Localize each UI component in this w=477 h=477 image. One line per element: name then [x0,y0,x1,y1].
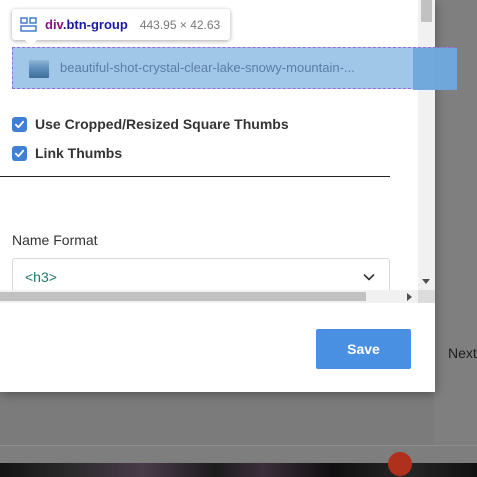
thumbnail-filename: beautiful-shot-crystal-clear-lake-snowy-… [60,60,355,75]
tooltip-tag: div [45,17,63,32]
option-label: Use Cropped/Resized Square Thumbs [35,116,289,132]
name-format-value: <h3> [25,269,57,285]
name-format-select[interactable]: <h3> [12,258,390,290]
tooltip-dimensions: 443.95 × 42.63 [139,17,221,32]
next-link[interactable]: Next [448,345,477,361]
grid-layout-icon [20,17,37,32]
scrollbar-corner [418,290,435,303]
name-format-label: Name Format [12,232,98,248]
option-label: Link Thumbs [35,145,123,161]
devtools-element-tooltip: div.btn-group 443.95 × 42.63 [12,9,231,46]
section-divider [0,176,390,177]
notification-badge [388,452,412,476]
checkbox-checked-icon[interactable] [12,116,27,132]
scroll-down-arrow-icon[interactable] [422,279,430,284]
modal-scroll-area: Use Cropped/Resized Square Thumbs Link T… [0,0,418,290]
image-thumbnail-icon [29,60,49,78]
horizontal-scrollbar[interactable] [0,290,418,303]
save-button[interactable]: Save [316,329,411,369]
chevron-down-icon [363,274,375,281]
option-link-thumbs[interactable]: Link Thumbs [12,145,122,161]
tooltip-class: .btn-group [62,17,128,32]
vertical-scroll-thumb[interactable] [421,0,432,22]
highlight-overflow [413,48,457,90]
btn-group-highlight[interactable]: beautiful-shot-crystal-clear-lake-snowy-… [12,47,457,90]
vertical-scrollbar[interactable] [418,0,435,290]
scroll-right-arrow-icon[interactable] [407,293,412,301]
checkbox-checked-icon[interactable] [12,145,27,161]
horizontal-scroll-thumb[interactable] [0,292,366,301]
option-cropped-thumbs[interactable]: Use Cropped/Resized Square Thumbs [12,116,289,132]
